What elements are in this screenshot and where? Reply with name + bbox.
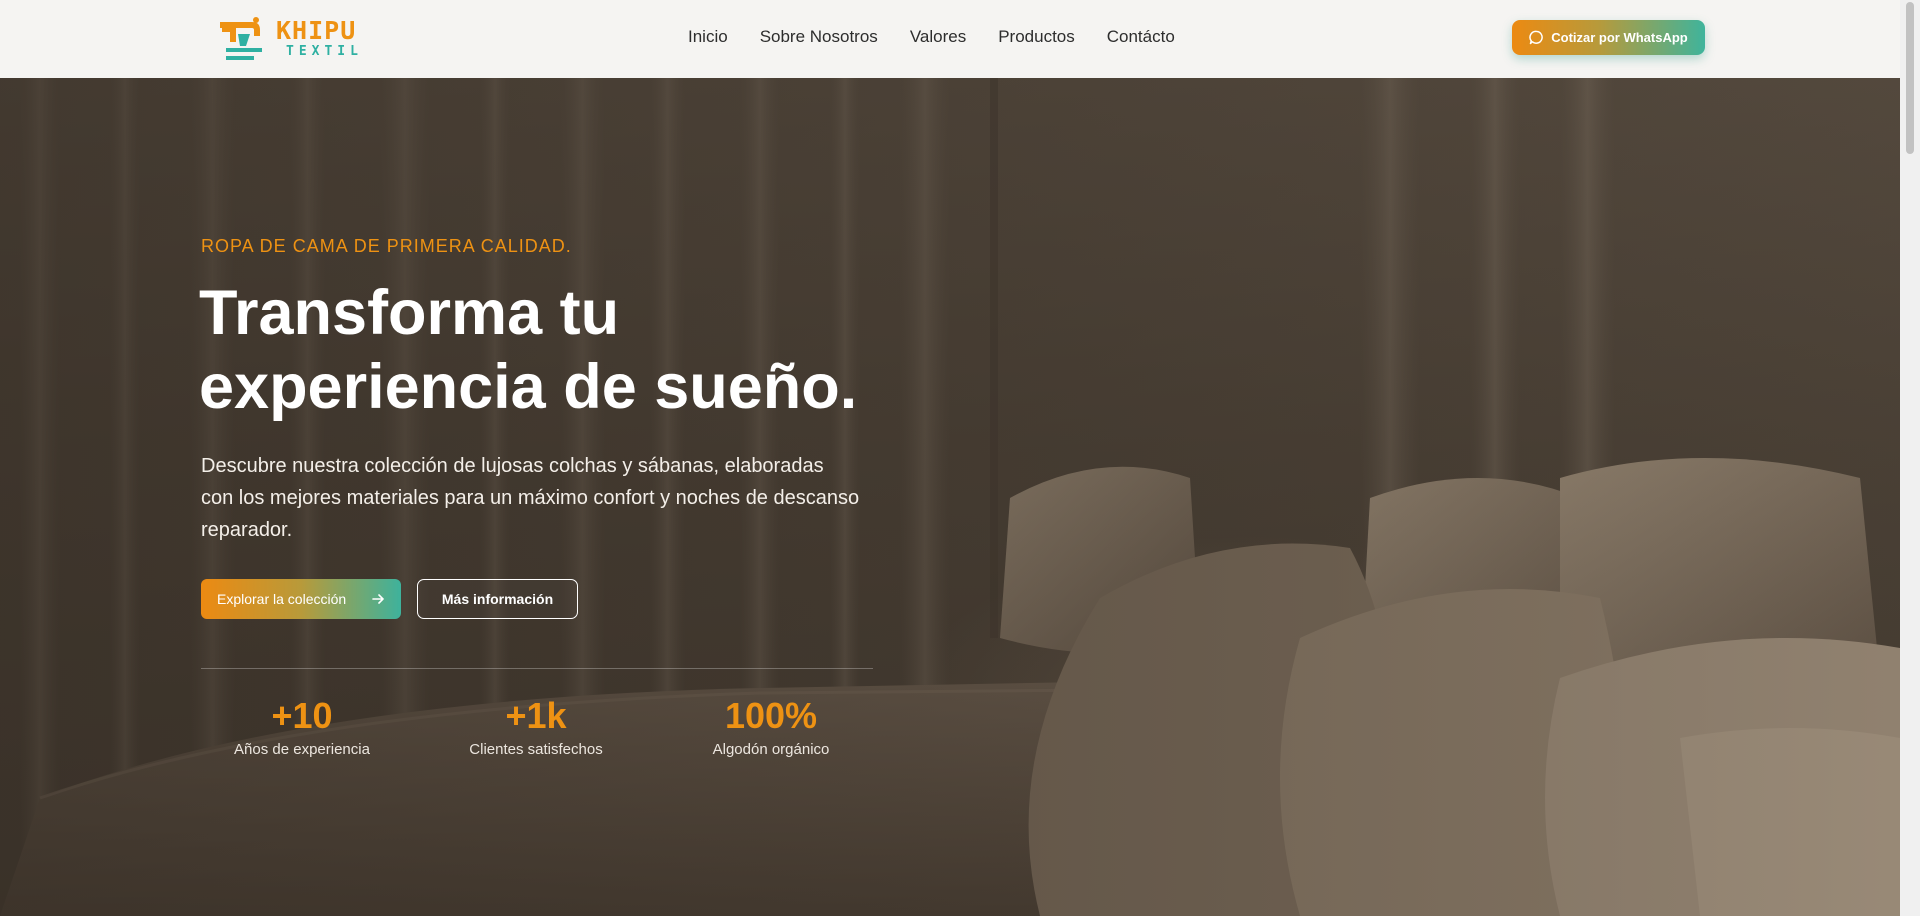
stat-years: +10 Años de experiencia xyxy=(192,696,412,759)
hero-eyebrow: ROPA DE CAMA DE PRIMERA CALIDAD. xyxy=(201,236,572,256)
stat-label: Años de experiencia xyxy=(234,741,370,758)
brand-subtitle: TEXTIL xyxy=(286,44,363,59)
hero-description: Descubre nuestra colección de lujosas co… xyxy=(201,455,860,541)
hero-title: Transforma tu experiencia de sueño. xyxy=(199,276,899,424)
site-header: KHIPU TEXTIL Inicio Sobre Nosotros Valor… xyxy=(0,0,1900,78)
main-nav: Inicio Sobre Nosotros Valores Productos … xyxy=(688,26,1175,48)
stat-label: Clientes satisfechos xyxy=(469,741,603,758)
stat-cotton: 100% Algodón orgánico xyxy=(661,696,881,759)
brand-logo[interactable]: KHIPU TEXTIL xyxy=(216,12,368,62)
brand-name: KHIPU xyxy=(276,16,357,45)
nav-item-valores[interactable]: Valores xyxy=(910,26,966,48)
stat-clients: +1k Clientes satisfechos xyxy=(426,696,646,759)
whatsapp-quote-button[interactable]: Cotizar por WhatsApp xyxy=(1512,20,1705,55)
hero-title-line-2: experiencia de sueño. xyxy=(199,352,858,422)
nav-item-sobre-nosotros[interactable]: Sobre Nosotros xyxy=(760,26,878,48)
chat-bubble-icon xyxy=(1529,30,1544,45)
nav-item-inicio[interactable]: Inicio xyxy=(688,26,728,48)
more-info-label: Más información xyxy=(441,591,554,607)
stat-value: +10 xyxy=(271,695,333,736)
more-info-button[interactable]: Más información xyxy=(417,579,578,619)
scrollbar-thumb[interactable] xyxy=(1906,2,1914,154)
page-scrollbar[interactable] xyxy=(1900,0,1920,916)
arrow-right-icon xyxy=(372,594,384,604)
stat-value: +1k xyxy=(505,695,567,736)
stat-value: 100% xyxy=(724,695,818,736)
stats-divider xyxy=(201,668,873,669)
hero-title-line-1: Transforma tu xyxy=(199,278,620,348)
explore-collection-button[interactable]: Explorar la colección xyxy=(201,579,401,619)
sewing-machine-icon xyxy=(220,17,262,60)
hero-section: ROPA DE CAMA DE PRIMERA CALIDAD. Transfo… xyxy=(0,78,1900,916)
nav-item-productos[interactable]: Productos xyxy=(998,26,1075,48)
nav-item-contacto[interactable]: Contácto xyxy=(1107,26,1175,48)
whatsapp-quote-label: Cotizar por WhatsApp xyxy=(1551,30,1688,45)
explore-collection-label: Explorar la colección xyxy=(217,591,347,607)
stat-label: Algodón orgánico xyxy=(712,741,830,758)
